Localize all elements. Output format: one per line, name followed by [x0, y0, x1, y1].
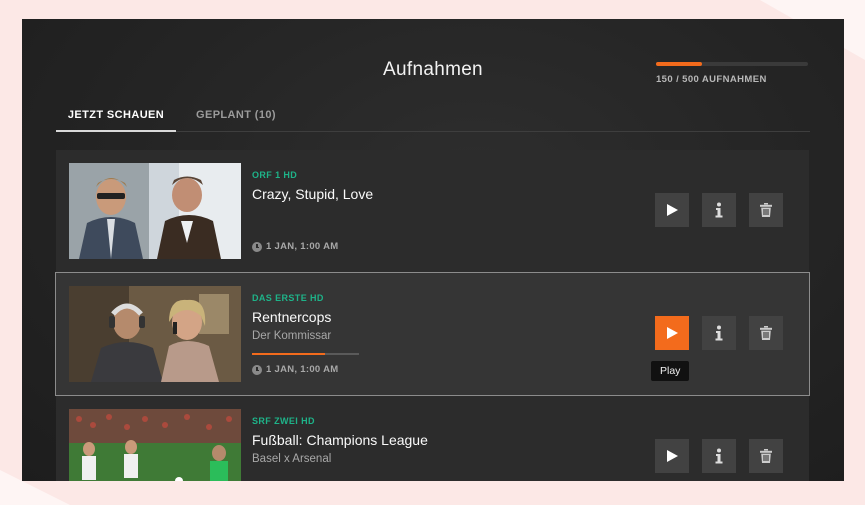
play-icon [667, 204, 678, 216]
trash-icon [760, 449, 772, 463]
play-button[interactable] [655, 316, 689, 350]
info-button[interactable] [702, 316, 736, 350]
recording-time-label: 1 JAN, 1:00 AM [266, 364, 339, 375]
clock-icon [252, 241, 262, 252]
recording-title: Crazy, Stupid, Love [252, 186, 374, 202]
tab-watch-now[interactable]: JETZT SCHAUEN [56, 109, 176, 132]
recordings-screen: Aufnahmen 150 / 500 AUFNAHMEN JETZT SCHA… [22, 19, 844, 481]
recording-time: 1 JAN, 1:00 AM [252, 241, 338, 252]
recording-time: 1 JAN, 1:00 AM [252, 364, 338, 375]
play-icon [667, 450, 678, 462]
quota-bar-fill [656, 62, 702, 66]
recording-thumbnail [69, 286, 241, 382]
recording-row-focused[interactable]: DAS ERSTE HD Rentnercops Der Kommissar 1… [55, 272, 810, 396]
recording-thumbnail [69, 163, 241, 259]
trash-icon [760, 203, 772, 217]
delete-button[interactable] [749, 316, 783, 350]
tab-scheduled[interactable]: GEPLANT (10) [196, 109, 276, 132]
recording-row[interactable]: SRF ZWEI HD Fußball: Champions League Ba… [56, 396, 809, 481]
recording-title: Rentnercops [252, 309, 332, 325]
watch-progress-fill [252, 353, 325, 355]
recordings-list: ORF 1 HD Crazy, Stupid, Love 1 JAN, 1:00… [55, 150, 810, 481]
play-tooltip: Play [651, 361, 690, 381]
recording-subtitle: Basel x Arsenal [252, 453, 332, 465]
delete-button[interactable] [749, 193, 783, 227]
trash-icon [760, 326, 772, 340]
recording-thumbnail [69, 409, 241, 481]
quota-label: 150 / 500 AUFNAHMEN [656, 74, 767, 85]
watch-progress-bar [252, 353, 359, 355]
tab-bar: JETZT SCHAUEN GEPLANT (10) [56, 109, 810, 132]
delete-button[interactable] [749, 439, 783, 473]
quota-bar [656, 62, 808, 66]
play-button[interactable] [655, 439, 689, 473]
play-button[interactable] [655, 193, 689, 227]
info-icon [715, 448, 723, 464]
recording-subtitle: Der Kommissar [252, 330, 332, 342]
channel-name: ORF 1 HD [252, 170, 298, 180]
info-icon [715, 325, 723, 341]
recording-time-label: 1 JAN, 1:00 AM [266, 241, 339, 252]
recording-title: Fußball: Champions League [252, 432, 428, 448]
info-button[interactable] [702, 439, 736, 473]
info-icon [715, 202, 723, 218]
clock-icon [252, 364, 262, 375]
recording-quota: 150 / 500 AUFNAHMEN [656, 62, 808, 85]
info-button[interactable] [702, 193, 736, 227]
play-icon [667, 327, 678, 339]
channel-name: SRF ZWEI HD [252, 416, 315, 426]
channel-name: DAS ERSTE HD [252, 293, 324, 303]
recording-row[interactable]: ORF 1 HD Crazy, Stupid, Love 1 JAN, 1:00… [56, 150, 809, 272]
